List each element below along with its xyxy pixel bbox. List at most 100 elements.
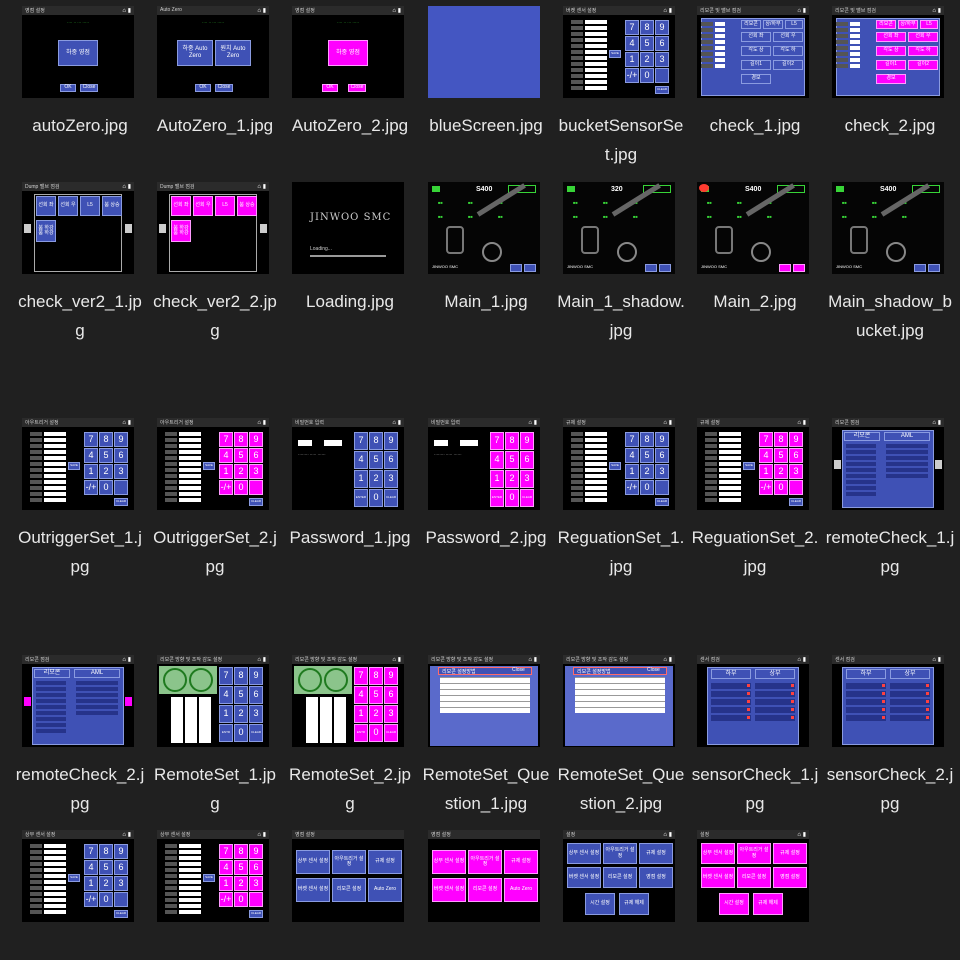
file-thumbnail[interactable]: 리모콘 방향 및 조작 감도 설정 ⌂ ▮ 7 8 9 4 5 6 1 2 3 ENTR 0 CLEAR xyxy=(157,655,269,747)
file-thumbnail[interactable]: 비밀번호 입력 ⌂ ▮ ········ ····· ······ 7 8 9 4 5 6 1 2 3… xyxy=(428,418,540,510)
thumb-titlebar xyxy=(697,830,809,839)
thumb-button: 9 xyxy=(655,20,669,35)
file-thumbnail[interactable]: 아우트리거 설정 ⌂ ▮ 7 8 9 4 5 6 1 2 3 -/+ 0 SAVE CLEAR xyxy=(22,418,134,510)
sc-row xyxy=(711,691,751,697)
thumb-title: 리모콘 방향 및 조작 감도 설정 xyxy=(566,657,629,663)
thumb-table-row xyxy=(585,474,607,478)
blue-fill xyxy=(428,6,540,98)
thumb-button: 0 xyxy=(640,68,654,83)
main-model: S400 xyxy=(745,186,762,193)
file-thumbnail[interactable] xyxy=(428,6,540,98)
file-thumbnail[interactable]: 리모콘 방향 및 조작 감도 설정 ⌂ ▮ 7 8 9 4 5 6 1 2 3 ENTR 0 CLEAR xyxy=(292,655,404,747)
file-thumbnail[interactable]: 영점 설정 ⌂ ▮ ···· ·· ··· ····· 하중 영점 OK Close xyxy=(22,6,134,98)
main-reading: ■■ xyxy=(603,214,608,219)
home-icon: ⌂ ▮ xyxy=(528,420,537,426)
file-thumbnail[interactable]: 설정 ⌂ ▮ 상부 센서 설정 아우트리거 설정 규제 설정 버켓 센서 설정 리모콘 설정… xyxy=(697,830,809,922)
file-thumbnail[interactable]: S400■■■■■■■■■■■■JINWOO SMC xyxy=(428,182,540,274)
file-thumbnail[interactable]: Dump 밸브 점검 ⌂ ▮ 선회 좌 선회 우 L5 붐 상승 붐 하강 붐 하강 xyxy=(157,182,269,274)
main-bg xyxy=(428,182,540,274)
sc-indicator xyxy=(926,684,929,687)
file-thumbnail[interactable]: 아우트리거 설정 ⌂ ▮ 7 8 9 4 5 6 1 2 3 -/+ 0 SAVE CLEAR xyxy=(157,418,269,510)
file-thumbnail[interactable]: 센서 점검 ⌂ ▮ 하부 상부 xyxy=(832,655,944,747)
thumb-button: 선회 우 xyxy=(908,32,938,42)
thumb-table-label xyxy=(705,498,717,502)
main-dial xyxy=(482,242,502,262)
file-thumbnail[interactable]: 센서 점검 ⌂ ▮ 하부 상부 xyxy=(697,655,809,747)
thumb-table-label xyxy=(571,492,583,496)
file-thumbnail[interactable]: 320■■■■■■■■■■■■JINWOO SMC xyxy=(563,182,675,274)
thumb-table-row xyxy=(179,468,201,472)
thumb-table-label xyxy=(30,438,42,442)
thumb-button: Close xyxy=(80,84,98,92)
thumb-table-label xyxy=(571,438,583,442)
thumb-table-label xyxy=(571,62,583,66)
file-thumbnail[interactable]: 리모콘 방향 및 조작 감도 설정 ⌂ ▮ 리모콘 설정방법 Close xyxy=(563,655,675,747)
rc-row xyxy=(36,693,66,697)
home-icon: ⌂ ▮ xyxy=(797,832,806,838)
thumb-titlebar xyxy=(563,830,675,839)
file-thumbnail[interactable]: S400■■■■■■■■■■■■JINWOO SMC xyxy=(832,182,944,274)
file-thumbnail[interactable]: 리모콘 점검 ⌂ ▮ 리모콘 AML xyxy=(832,418,944,510)
rq-table-line xyxy=(440,677,530,678)
file-thumbnail[interactable]: 리모콘 점검 ⌂ ▮ 리모콘 AML xyxy=(22,655,134,747)
sc-row xyxy=(846,683,886,689)
thumb-title: 센서 점검 xyxy=(835,657,855,663)
thumb-table-row xyxy=(179,486,201,490)
thumb-table-label xyxy=(30,904,42,908)
file-thumbnail[interactable]: 비밀번호 입력 ⌂ ▮ ········ ····· ······ 7 8 9 4 5 6 1 2 3… xyxy=(292,418,404,510)
thumb-button: SAVE xyxy=(609,50,621,58)
thumb-button: 0 xyxy=(369,489,383,507)
file-thumbnail[interactable]: 리모콘 및 밸브 점검 ⌂ ▮ 리모콘 상/하부 L5 선회 좌 선회 우 각도 상 각도 하길… xyxy=(697,6,809,98)
file-thumbnail[interactable]: 영점 설정 ⌂ ▮ ···· ·· ··· ····· 하중 영점 OK Close xyxy=(292,6,404,98)
thumb-title: 영점 설정 xyxy=(295,832,315,838)
thumb-button: 상부 센서 설정 xyxy=(567,843,601,864)
file-thumbnail[interactable]: 영점 설정 상부 센서 설정 아우트리거 설정 규제 설정 버켓 센서 설정 리모콘 설정… xyxy=(292,830,404,922)
thumb-button: 선회 우 xyxy=(193,196,213,216)
thumb-table-row xyxy=(44,850,66,854)
joystick-icon xyxy=(324,668,348,692)
main-truck xyxy=(581,226,599,254)
file-thumbnail[interactable]: 리모콘 방향 및 조작 감도 설정 ⌂ ▮ 리모콘 설정방법 Close xyxy=(428,655,540,747)
rq-table-line xyxy=(575,677,665,678)
thumb-table-row xyxy=(715,46,725,50)
thumb-table-row xyxy=(719,432,741,436)
thumb-button: 5 xyxy=(640,448,654,463)
thumb-button: SAVE xyxy=(68,874,80,882)
rc-row xyxy=(846,480,876,484)
thumb-button: ENTR xyxy=(219,724,233,742)
file-thumbnail[interactable]: 규제 설정 ⌂ ▮ 7 8 9 4 5 6 1 2 3 -/+ 0 SAVE CLEAR xyxy=(563,418,675,510)
thumb-table-row xyxy=(719,444,741,448)
thumb-button: 리모콘 설정 xyxy=(332,878,366,902)
thumb-table-row xyxy=(44,868,66,872)
main-model: S400 xyxy=(476,186,493,193)
file-thumbnail[interactable]: 설정 ⌂ ▮ 상부 센서 설정 아우트리거 설정 규제 설정 버켓 센서 설정 리모콘 설정… xyxy=(563,830,675,922)
thumb-table-label xyxy=(30,892,42,896)
thumb-table-row xyxy=(179,438,201,442)
thumb-button: 9 xyxy=(249,432,263,447)
main-reading: ■■ xyxy=(573,200,578,205)
file-thumbnail[interactable]: 상부 센서 설정 ⌂ ▮ 7 8 9 4 5 6 1 2 3 -/+ 0 SAVE CLEAR xyxy=(22,830,134,922)
thumb-button xyxy=(114,480,128,495)
file-thumbnail[interactable]: Auto Zero ⌂ ▮ ···· ·· ··· ····· 하중 Auto Zer… xyxy=(157,6,269,98)
file-thumbnail[interactable]: S400■■■■■■■■■■■■JINWOO SMC xyxy=(697,182,809,274)
thumb-button: 5 xyxy=(640,36,654,51)
file-thumbnail[interactable]: JINWOO SMC Loading... xyxy=(292,182,404,274)
thumb-button: AML xyxy=(884,432,930,441)
file-name: blueScreen.jpg xyxy=(429,116,543,135)
thumb-table-label xyxy=(30,492,42,496)
file-thumbnail[interactable]: 리모콘 및 밸브 점검 ⌂ ▮ 리모콘 상/하부 L5 선회 좌 선회 우 각도 상 각도 하길… xyxy=(832,6,944,98)
right-arrow-icon xyxy=(260,224,267,233)
file-thumbnail[interactable]: 영점 설정 상부 센서 설정 아우트리거 설정 규제 설정 버켓 센서 설정 리모콘 설정… xyxy=(428,830,540,922)
thumb-button: 리모콘 설정 xyxy=(468,878,502,902)
thumb-table-row xyxy=(179,880,201,884)
file-thumbnail[interactable]: 규제 설정 ⌂ ▮ 7 8 9 4 5 6 1 2 3 -/+ 0 SAVE CLEAR xyxy=(697,418,809,510)
thumb-table-label xyxy=(705,432,717,436)
file-thumbnail[interactable]: Dump 밸브 점검 ⌂ ▮ 선회 좌 선회 우 L5 붐 상승 붐 하강 붐 하강 xyxy=(22,182,134,274)
right-arrow-icon xyxy=(125,697,132,706)
file-thumbnail[interactable]: 버켓 센서 설정 ⌂ ▮ 7 8 9 4 5 6 1 2 3 -/+ 0 SAVE CLEAR xyxy=(563,6,675,98)
file-thumbnail[interactable]: 상부 센서 설정 ⌂ ▮ 7 8 9 4 5 6 1 2 3 -/+ 0 SAVE CLEAR xyxy=(157,830,269,922)
thumb-button: 버켓 센서 설정 xyxy=(296,878,330,902)
thumb-button: 1 xyxy=(759,464,773,479)
thumb-button: 6 xyxy=(520,451,534,469)
thumb-table-row xyxy=(715,52,725,56)
